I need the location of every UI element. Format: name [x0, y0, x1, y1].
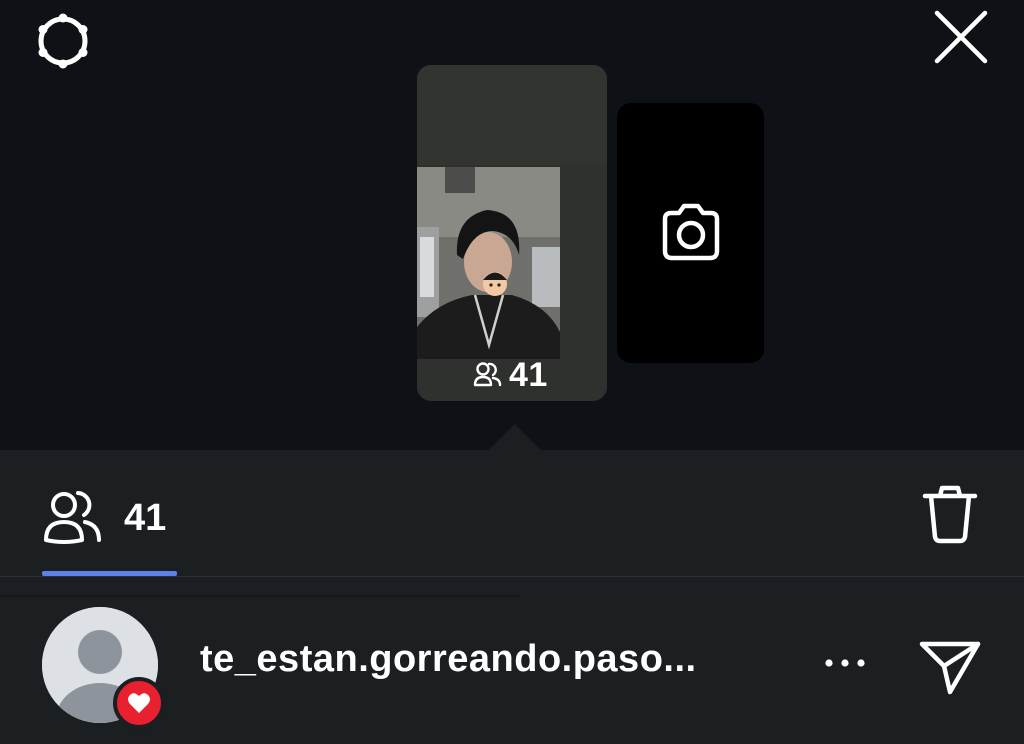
story-thumbnail [417, 167, 560, 359]
tab-viewers[interactable]: 41 [42, 478, 166, 558]
send-icon[interactable] [914, 630, 986, 702]
story-card-current[interactable]: 41 [417, 65, 607, 401]
divider [0, 595, 520, 597]
viewers-icon [473, 362, 502, 387]
camera-icon [662, 203, 720, 261]
more-icon[interactable] [822, 650, 868, 676]
trash-icon[interactable] [918, 482, 982, 546]
story-viewer-count: 41 [473, 355, 548, 395]
settings-gear-icon[interactable] [30, 8, 96, 74]
heart-icon [128, 693, 150, 713]
add-story-camera-card[interactable] [617, 103, 764, 363]
heart-reaction-badge [113, 677, 165, 729]
selected-story-pointer [487, 424, 543, 452]
story-viewer-count-value: 41 [509, 355, 548, 394]
close-icon[interactable] [930, 6, 992, 68]
viewers-icon [44, 491, 101, 544]
divider [0, 576, 1024, 577]
tab-viewers-count: 41 [124, 496, 167, 539]
viewer-username[interactable]: te_estan.gorreando.paso... [200, 638, 697, 681]
story-card-background [417, 65, 607, 165]
